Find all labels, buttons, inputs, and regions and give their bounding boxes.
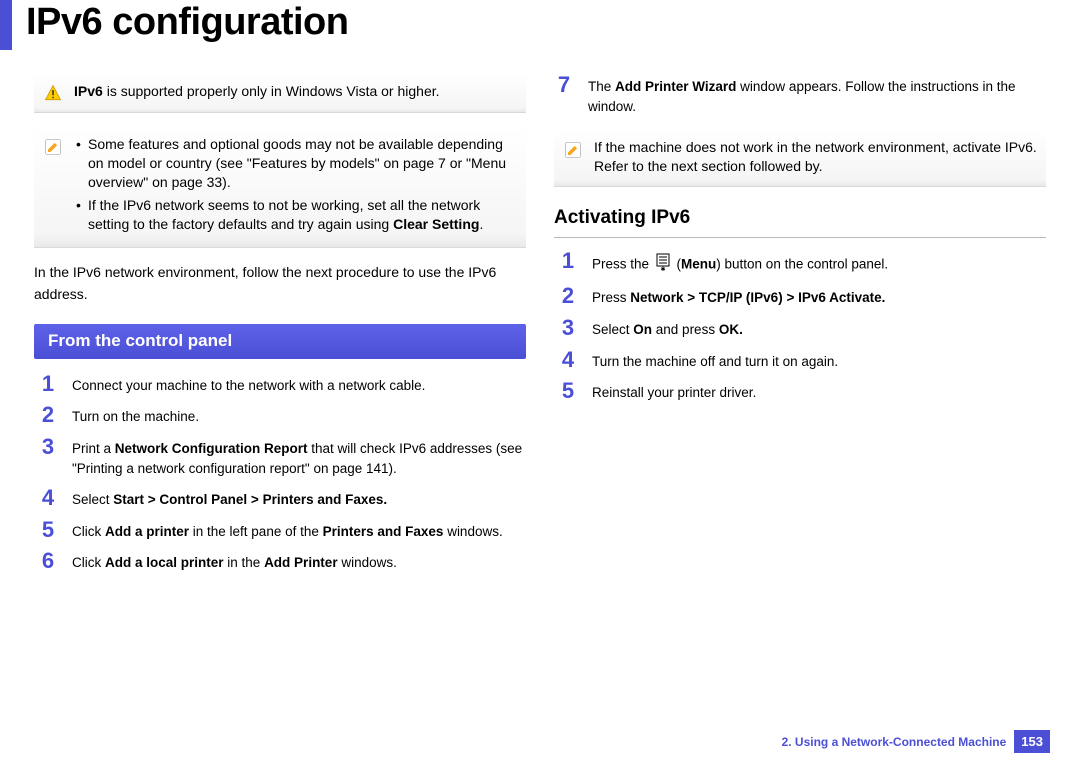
steps-left: 1 Connect your machine to the network wi…: [34, 373, 526, 573]
note-icon: [42, 135, 64, 237]
steps-right: 1 Press the ✱ (Menu) button on the contr…: [554, 250, 1046, 403]
note-bullet-1: Some features and optional goods may not…: [74, 135, 518, 192]
step-number: 1: [558, 250, 578, 277]
step-number: 3: [38, 436, 58, 478]
step-number: 5: [558, 380, 578, 403]
step-text: Turn the machine off and turn it on agai…: [592, 349, 1046, 372]
step-5: 5 Click Add a printer in the left pane o…: [38, 519, 526, 542]
step-text: Press the ✱ (Menu) button on the control…: [592, 250, 1046, 277]
warning-callout: IPv6 IPv6 is supported properly only in …: [34, 74, 526, 113]
step-r3: 3 Select On and press OK.: [558, 317, 1046, 340]
right-column: 7 The Add Printer Wizard window appears.…: [554, 74, 1046, 582]
left-column: IPv6 IPv6 is supported properly only in …: [34, 74, 526, 582]
warning-text: IPv6 IPv6 is supported properly only in …: [74, 82, 518, 102]
page-footer: 2. Using a Network-Connected Machine 153: [782, 730, 1050, 753]
header-accent: [0, 0, 12, 50]
note-body: Some features and optional goods may not…: [74, 135, 518, 237]
note2-text: If the machine does not work in the netw…: [594, 138, 1038, 176]
menu-icon: ✱: [655, 253, 671, 277]
step-number: 2: [38, 404, 58, 427]
svg-text:✱: ✱: [660, 266, 665, 271]
step-text: Connect your machine to the network with…: [72, 373, 526, 396]
step-r2: 2 Press Network > TCP/IP (IPv6) > IPv6 A…: [558, 285, 1046, 308]
step-text: Print a Network Configuration Report tha…: [72, 436, 526, 478]
step-number: 7: [554, 74, 574, 116]
note-callout: Some features and optional goods may not…: [34, 127, 526, 248]
step-number: 3: [558, 317, 578, 340]
footer-page-number: 153: [1014, 730, 1050, 753]
step-text: Reinstall your printer driver.: [592, 380, 1046, 403]
note-icon: [562, 138, 584, 176]
step-1: 1 Connect your machine to the network wi…: [38, 373, 526, 396]
step-r5: 5 Reinstall your printer driver.: [558, 380, 1046, 403]
section-banner-control-panel: From the control panel: [34, 324, 526, 359]
step-number: 5: [38, 519, 58, 542]
step-r1: 1 Press the ✱ (Menu) button on the contr…: [558, 250, 1046, 277]
step-text: Press Network > TCP/IP (IPv6) > IPv6 Act…: [592, 285, 1046, 308]
step-number: 6: [38, 550, 58, 573]
step-text: Turn on the machine.: [72, 404, 526, 427]
step-number: 1: [38, 373, 58, 396]
step-number: 4: [38, 487, 58, 510]
footer-chapter: 2. Using a Network-Connected Machine: [782, 735, 1007, 749]
sub-heading-activating: Activating IPv6: [554, 207, 1046, 238]
step-2: 2 Turn on the machine.: [38, 404, 526, 427]
step-6: 6 Click Add a local printer in the Add P…: [38, 550, 526, 573]
page-title: IPv6 configuration: [12, 1, 348, 50]
intro-text: In the IPv6 network environment, follow …: [34, 262, 526, 305]
note-callout-2: If the machine does not work in the netw…: [554, 130, 1046, 187]
step-text: Click Add a printer in the left pane of …: [72, 519, 526, 542]
step-text: The Add Printer Wizard window appears. F…: [588, 74, 1046, 116]
page-header: IPv6 configuration: [0, 0, 1080, 50]
warning-icon: [42, 82, 64, 102]
step-text: Click Add a local printer in the Add Pri…: [72, 550, 526, 573]
step-number: 2: [558, 285, 578, 308]
step-7: 7 The Add Printer Wizard window appears.…: [554, 74, 1046, 116]
content-columns: IPv6 IPv6 is supported properly only in …: [0, 50, 1080, 582]
step-r4: 4 Turn the machine off and turn it on ag…: [558, 349, 1046, 372]
step-3: 3 Print a Network Configuration Report t…: [38, 436, 526, 478]
step-4: 4 Select Start > Control Panel > Printer…: [38, 487, 526, 510]
step-number: 4: [558, 349, 578, 372]
note-bullet-2: If the IPv6 network seems to not be work…: [74, 196, 518, 234]
step-text: Select Start > Control Panel > Printers …: [72, 487, 526, 510]
step-text: Select On and press OK.: [592, 317, 1046, 340]
